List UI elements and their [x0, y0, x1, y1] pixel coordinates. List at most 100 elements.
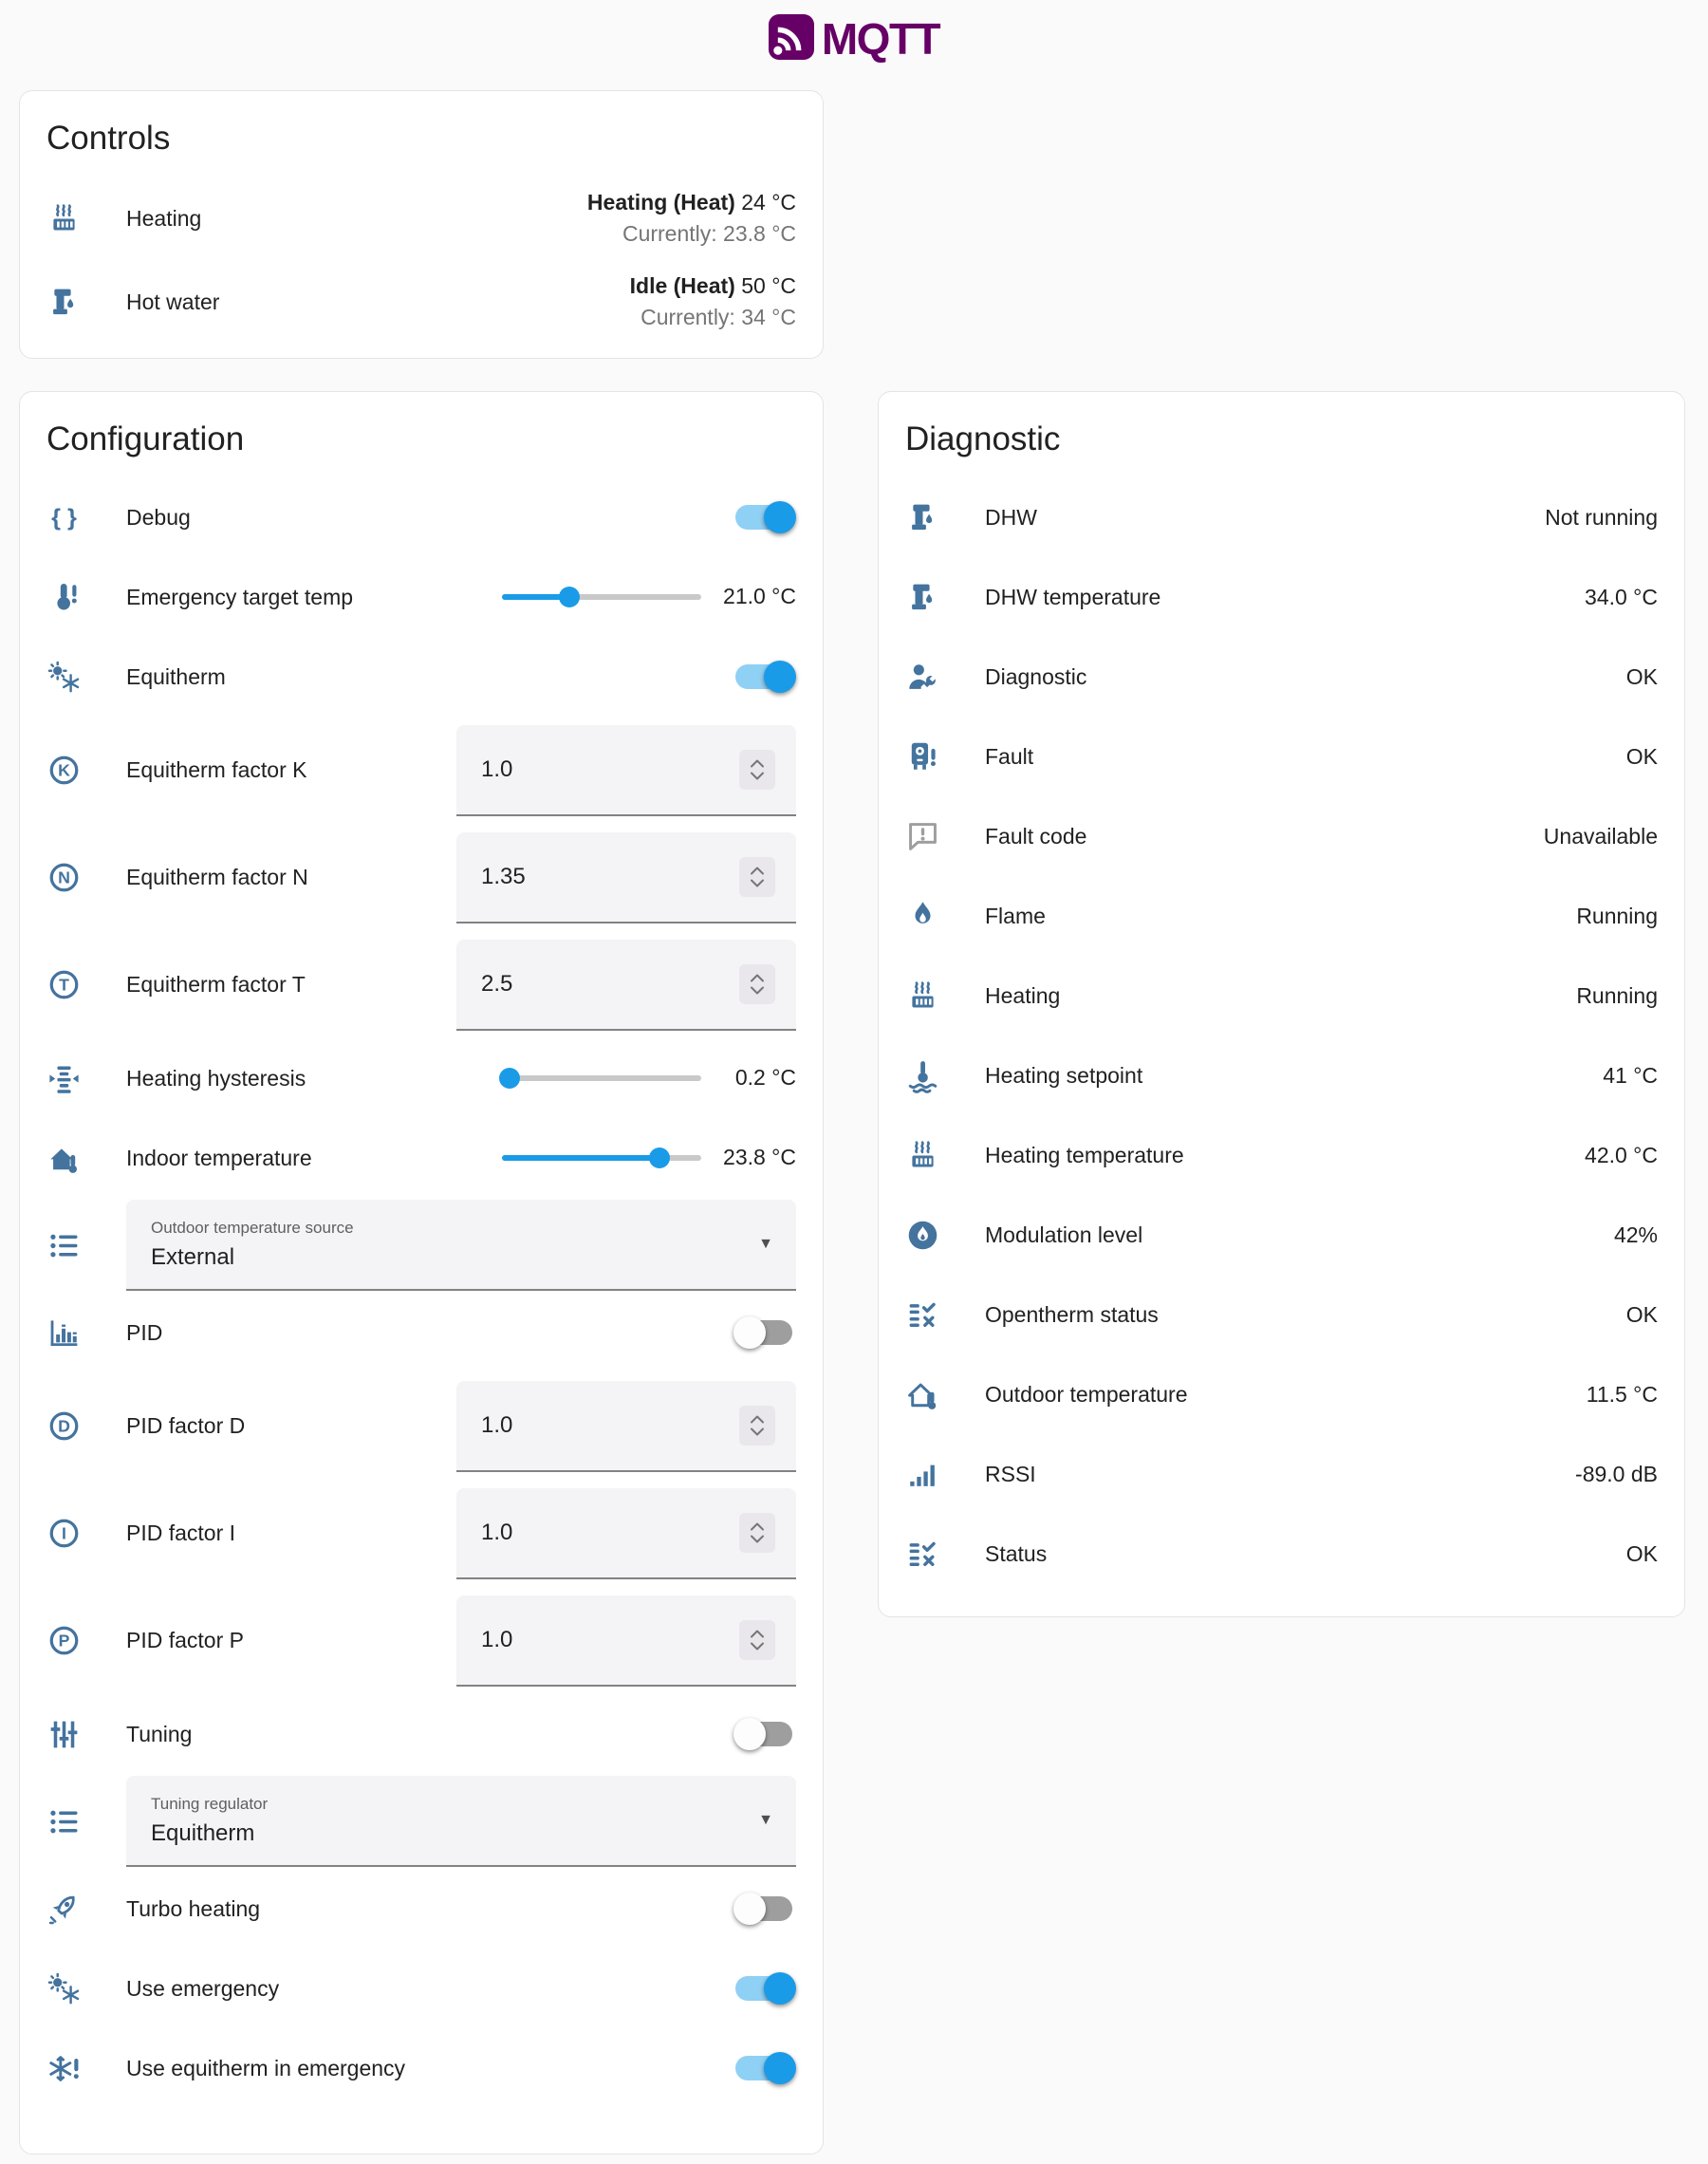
control-row-hot-water[interactable]: Hot water Idle (Heat) 50 °C Currently: 3… [46, 260, 796, 344]
diagnostic-row-heating[interactable]: Heating Running [905, 956, 1658, 1035]
snowflake-alert-icon [46, 2051, 84, 2086]
diagnostic-label: DHW [985, 505, 1545, 531]
config-label: Use emergency [126, 1976, 735, 2002]
list-status-icon [905, 1537, 943, 1572]
diagnostic-row-opentherm-status[interactable]: Opentherm status OK [905, 1275, 1658, 1354]
pid-factor-d-stepper[interactable] [739, 1406, 775, 1446]
config-label: Equitherm factor T [126, 972, 456, 998]
config-label: Equitherm [126, 664, 735, 690]
code-braces-icon: { } [46, 500, 84, 535]
diagnostic-value: Unavailable [1544, 824, 1658, 849]
diagnostic-value: 42.0 °C [1585, 1143, 1658, 1168]
diagnostic-row-status[interactable]: Status OK [905, 1514, 1658, 1594]
outdoor-temperature-source-select[interactable]: Outdoor temperature source External ▼ [126, 1200, 796, 1291]
equitherm-factor-k-input[interactable]: 1.0 [456, 725, 796, 816]
diagnostic-value: OK [1626, 664, 1658, 690]
radiator-icon [46, 201, 84, 236]
radiator-icon [905, 979, 943, 1014]
config-row-equitherm: Equitherm [46, 637, 796, 717]
diagnostic-label: Flame [985, 904, 1576, 929]
svg-text:{ }: { } [51, 504, 77, 531]
diagnostic-value: Running [1576, 904, 1658, 929]
config-row-heating-hysteresis: Heating hysteresis 0.2 °C [46, 1038, 796, 1118]
pid-factor-i-stepper[interactable] [739, 1513, 775, 1553]
list-bulleted-icon [46, 1228, 84, 1263]
dropdown-arrow-icon: ▼ [758, 1812, 773, 1829]
control-row-heating[interactable]: Heating Heating (Heat) 24 °C Currently: … [46, 177, 796, 260]
config-label: Tuning [126, 1722, 735, 1747]
diagnostic-label: Diagnostic [985, 664, 1626, 690]
diagnostic-row-heating-temperature[interactable]: Heating temperature 42.0 °C [905, 1115, 1658, 1195]
svg-text:P: P [59, 1632, 70, 1651]
diagnostic-value: 41 °C [1603, 1063, 1658, 1089]
diagnostic-row-outdoor-temperature[interactable]: Outdoor temperature 11.5 °C [905, 1354, 1658, 1434]
diagnostic-row-dhw[interactable]: DHW Not running [905, 477, 1658, 557]
alpha-k-circle-icon: K [46, 753, 84, 788]
emergency-target-temp-slider[interactable] [502, 587, 701, 607]
diagnostic-row-rssi[interactable]: RSSI -89.0 dB [905, 1434, 1658, 1514]
config-row-pid: PID [46, 1293, 796, 1372]
water-pump-icon [905, 500, 943, 535]
svg-text:K: K [58, 761, 70, 780]
diagnostic-row-fault[interactable]: Fault OK [905, 717, 1658, 796]
equitherm-factor-k-input-value: 1.0 [481, 756, 739, 783]
pid-factor-p-stepper[interactable] [739, 1620, 775, 1660]
diagnostic-value: Running [1576, 983, 1658, 1009]
use-emergency-toggle[interactable] [735, 1971, 796, 2005]
config-row-equitherm-factor-n: NEquitherm factor N 1.35 [46, 824, 796, 931]
diagnostic-label: Fault code [985, 824, 1544, 849]
pid-factor-i-input-value: 1.0 [481, 1520, 739, 1546]
diagnostic-label: Status [985, 1541, 1626, 1567]
alpha-p-circle-icon: P [46, 1623, 84, 1658]
equitherm-factor-n-input[interactable]: 1.35 [456, 832, 796, 923]
config-row-equitherm-factor-t: T Equitherm factor T 2.5 [46, 931, 796, 1038]
mqtt-logo-icon [769, 14, 814, 65]
config-label: Indoor temperature [126, 1146, 502, 1171]
diagnostic-row-fault-code[interactable]: Fault code Unavailable [905, 796, 1658, 876]
water-pump-icon [46, 285, 84, 320]
pid-factor-p-input[interactable]: 1.0 [456, 1595, 796, 1687]
pid-factor-i-input[interactable]: 1.0 [456, 1488, 796, 1579]
config-row-debug: { }Debug [46, 477, 796, 557]
message-alert-icon [905, 819, 943, 854]
heating-hysteresis-slider[interactable] [502, 1068, 701, 1089]
diagnostic-title: Diagnostic [905, 420, 1658, 458]
equitherm-factor-k-stepper[interactable] [739, 750, 775, 790]
diagnostic-row-modulation-level[interactable]: Modulation level 42% [905, 1195, 1658, 1275]
config-row-pid-factor-d: DPID factor D 1.0 [46, 1372, 796, 1480]
svg-text:T: T [59, 976, 69, 995]
config-label: Turbo heating [126, 1896, 735, 1922]
home-thermometer-icon [46, 1141, 84, 1176]
diagnostic-row-heating-setpoint[interactable]: Heating setpoint 41 °C [905, 1035, 1658, 1115]
tuning-regulator-select[interactable]: Tuning regulator Equitherm ▼ [126, 1776, 796, 1867]
config-label: Emergency target temp [126, 585, 502, 610]
mqtt-logo-text: MQTT [822, 13, 939, 65]
equitherm-factor-t-input[interactable]: 2.5 [456, 940, 796, 1031]
debug-toggle[interactable] [735, 500, 796, 534]
diagnostic-value: OK [1626, 744, 1658, 770]
config-row-tuning-regulator: Tuning regulator Equitherm ▼ [46, 1774, 796, 1869]
indoor-temperature-slider[interactable] [502, 1147, 701, 1168]
equitherm-factor-t-stepper[interactable] [739, 964, 775, 1004]
tuning-toggle[interactable] [735, 1717, 796, 1751]
pid-toggle[interactable] [735, 1315, 796, 1350]
diagnostic-label: Heating setpoint [985, 1063, 1603, 1089]
use-equitherm-in-emergency-toggle[interactable] [735, 2051, 796, 2085]
diagnostic-label: DHW temperature [985, 585, 1585, 610]
pid-factor-d-input[interactable]: 1.0 [456, 1381, 796, 1472]
diagnostic-row-flame[interactable]: Flame Running [905, 876, 1658, 956]
control-state: Idle (Heat) 50 °C Currently: 34 °C [630, 270, 796, 334]
emergency-target-temp-value: 21.0 °C [718, 582, 796, 611]
turbo-heating-toggle[interactable] [735, 1892, 796, 1926]
diagnostic-row-dhw-temperature[interactable]: DHW temperature 34.0 °C [905, 557, 1658, 637]
alpha-n-circle-icon: N [46, 860, 84, 895]
equitherm-factor-n-stepper[interactable] [739, 857, 775, 897]
config-row-outdoor-temperature-source: Outdoor temperature source External ▼ [46, 1198, 796, 1293]
equitherm-toggle[interactable] [735, 660, 796, 694]
outdoor-temperature-source-select-label: Outdoor temperature source [151, 1219, 739, 1238]
tuning-regulator-select-label: Tuning regulator [151, 1795, 739, 1814]
diagnostic-row-diagnostic[interactable]: Diagnostic OK [905, 637, 1658, 717]
thermometer-water-icon [905, 1058, 943, 1093]
indoor-temperature-value: 23.8 °C [718, 1143, 796, 1172]
pid-factor-d-input-value: 1.0 [481, 1412, 739, 1439]
